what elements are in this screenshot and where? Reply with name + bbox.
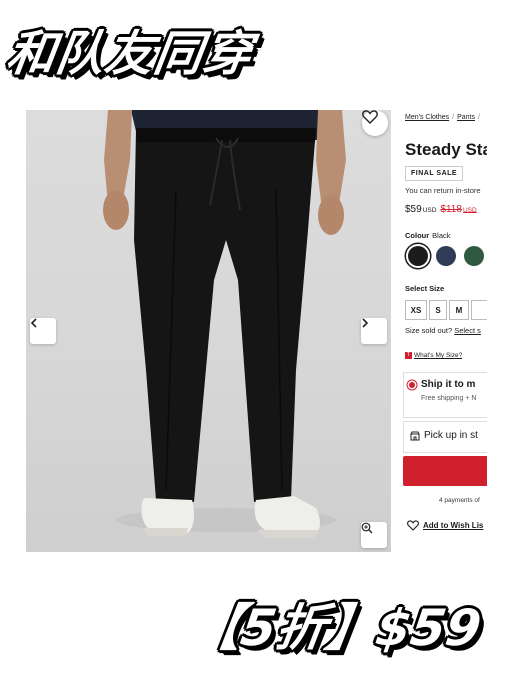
swatch-black[interactable] [408,246,428,266]
return-note: You can return in-store [405,186,481,195]
pickup-option[interactable]: Pick up in st [403,421,487,453]
size-s-button[interactable]: S [429,300,447,320]
swatch-green[interactable] [464,246,484,266]
next-image-button[interactable] [361,318,387,344]
wishlist-heart-button[interactable] [362,110,388,136]
breadcrumb-mens-clothes[interactable]: Men's Clothes [405,114,449,121]
t-logo-icon: T [405,352,412,359]
swatch-navy[interactable] [436,246,456,266]
final-sale-badge: FINAL SALE [405,166,464,181]
select-size-label: Select Size [405,284,445,293]
pickup-option-label: Pick up in st [424,430,478,441]
breadcrumb-pants[interactable]: Pants [457,114,475,121]
zoom-in-icon [361,522,373,534]
price: $59USD $118USD [405,204,477,215]
radio-selected-icon [409,382,415,388]
installment-note: 4 payments of [439,497,480,504]
sale-currency: USD [422,207,437,214]
size-m-button[interactable]: M [449,300,469,320]
ship-option-title: Ship it to m [421,379,476,390]
breadcrumb: Men's Clothes / Pants / [405,114,480,121]
ship-option-subtitle: Free shipping + N [421,395,477,402]
chevron-left-icon [30,318,37,328]
product-title: Steady Sta [405,140,487,159]
product-image-gallery [26,110,391,552]
headline-caption: 和队友同穿 [3,26,257,82]
previous-image-button[interactable] [30,318,56,344]
product-page-screenshot: Men's Clothes / Pants / Steady Sta FINAL SA… [26,110,487,552]
heart-outline-icon [362,110,378,124]
product-photo [103,110,346,538]
heart-outline-icon [407,520,419,531]
size-xs-button[interactable]: XS [405,300,427,320]
product-details-panel: Men's Clothes / Pants / Steady Sta FINAL SA… [399,110,487,552]
add-to-wishlist[interactable]: Add to Wish Lis [407,520,483,531]
price-caption: 【5折】$59 [187,599,485,657]
selected-colour: Black [432,231,451,240]
add-to-bag-button[interactable] [403,456,487,486]
colour-selector-label: Colour Black [405,231,451,240]
chevron-right-icon [362,318,369,328]
zoom-button[interactable] [361,522,387,548]
select-size-link[interactable]: Select s [454,326,481,335]
store-icon [410,431,420,441]
sale-price: $59 [405,204,422,215]
size-l-button[interactable] [471,300,487,320]
whats-my-size[interactable]: T What's My Size? [405,352,462,359]
ship-option[interactable]: Ship it to m Free shipping + N [403,372,487,418]
size-sold-out-note: Size sold out? Select s [405,326,481,335]
original-price: $118USD [440,204,477,215]
